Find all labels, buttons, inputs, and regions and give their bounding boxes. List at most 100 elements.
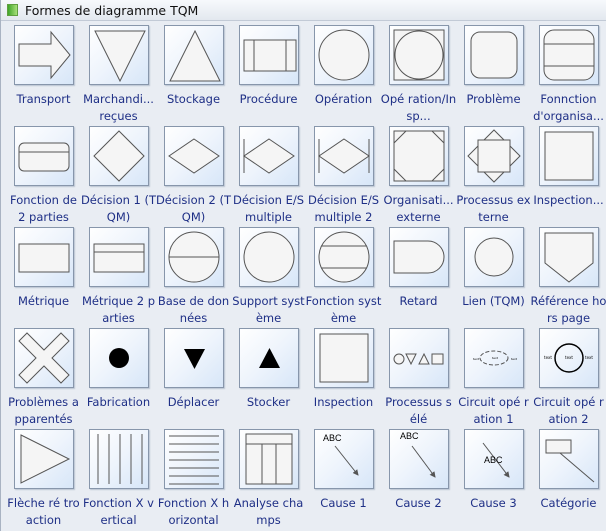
dot-icon[interactable] [88,328,149,388]
shape-item-org-function[interactable]: Fonnction d'organisa... [531,25,606,126]
shape-item-triangle-right[interactable]: Flèche ré troaction [6,429,81,530]
shape-item-circle[interactable]: Opération [306,25,381,126]
shape-label: Fonction système [305,294,382,325]
small-circle-icon[interactable] [463,227,524,287]
shape-item-dot[interactable]: Fabrication [81,328,156,429]
shape-item-octagon-square[interactable]: Organisati... externe [381,126,456,227]
shape-label: Décision 1 (TQM) [80,193,157,224]
circle-split-icon[interactable] [163,227,224,287]
two-part-function-icon[interactable] [13,126,74,186]
diamond-square-icon[interactable] [463,126,524,186]
shape-item-black-triangle-down[interactable]: Déplacer [156,328,231,429]
shape-item-rounded-square[interactable]: Problème [456,25,531,126]
shape-label: Retard [399,294,438,308]
octagon-square-icon[interactable] [388,126,449,186]
black-triangle-down-icon[interactable] [163,328,224,388]
shape-item-cause-2[interactable]: ABC Cause 2 [381,429,456,530]
rectangle-icon[interactable] [13,227,74,287]
shape-item-circle-split[interactable]: Base de données [156,227,231,328]
svg-text:text: text [473,357,480,361]
square-icon[interactable] [313,328,374,388]
shape-label: Métrique [17,294,70,308]
shape-item-rectangle-split[interactable]: Métrique 2 parties [81,227,156,328]
shape-item-diamond-square[interactable]: Processus externe [456,126,531,227]
shape-label: Circuit opé ration 1 [458,395,529,426]
rectangle-split-icon[interactable] [88,227,149,287]
delay-icon[interactable] [388,227,449,287]
circle-two-lines-icon[interactable] [313,227,374,287]
shape-item-circuit-2[interactable]: text text text Circuit opé ration 2 [531,328,606,429]
shape-label: Processus s élé [385,395,452,426]
field-analysis-icon[interactable] [238,429,299,489]
shape-item-diamond-two-bars[interactable]: Décision E/S multiple 2 [306,126,381,227]
diamond-icon[interactable] [88,126,149,186]
shape-item-triangle-up[interactable]: Stockage [156,25,231,126]
triangle-down-icon[interactable] [88,25,149,85]
shape-item-horizontal-lines[interactable]: Fonction X horizontal [156,429,231,530]
shape-item-square[interactable]: Inspection [306,328,381,429]
horizontal-lines-icon[interactable] [163,429,224,489]
shape-item-cross[interactable]: Problèmes apparentés [6,328,81,429]
shape-item-rectangle[interactable]: Métrique [6,227,81,328]
shape-item-diamond[interactable]: Décision 1 (TQM) [81,126,156,227]
shape-item-cause-3[interactable]: ABC Cause 3 [456,429,531,530]
diamond-bar-icon[interactable] [238,126,299,186]
shape-item-category[interactable]: Catégorie [531,429,606,530]
shape-item-diamond-bar[interactable]: Décision E/S multiple [231,126,306,227]
cause-2-icon[interactable]: ABC [388,429,449,489]
shape-label: Fonction X vertical [83,496,154,527]
square-icon[interactable] [538,126,599,186]
shape-item-procedure[interactable]: Procédure [231,25,306,126]
shape-item-arrow-right[interactable]: Transport [6,25,81,126]
shape-label: Stockage [166,92,221,106]
shape-label: Problème [466,92,521,106]
triangle-right-icon[interactable] [13,429,74,489]
cause-1-icon[interactable]: ABC [313,429,374,489]
shape-item-square[interactable]: Inspection... [531,126,606,227]
triangle-up-icon[interactable] [163,25,224,85]
shape-item-off-page[interactable]: Référence hors page [531,227,606,328]
shape-item-flat-diamond[interactable]: Décision 2 (TQM) [156,126,231,227]
shape-item-triangle-down[interactable]: Marchandi... reçues [81,25,156,126]
org-function-icon[interactable] [538,25,599,85]
shape-item-two-part-function[interactable]: Fonction de 2 parties [6,126,81,227]
shape-item-circle-in-square[interactable]: Opé ration/Insp... [381,25,456,126]
diamond-two-bars-icon[interactable] [313,126,374,186]
cause-3-icon[interactable]: ABC [463,429,524,489]
procedure-icon[interactable] [238,25,299,85]
circle-in-square-icon[interactable] [388,25,449,85]
circuit-1-icon[interactable]: text text text [463,328,524,388]
shape-label: Cause 2 [395,496,442,510]
shape-item-circle-two-lines[interactable]: Fonction système [306,227,381,328]
panel-header[interactable]: Formes de diagramme TQM [1,0,606,21]
category-icon[interactable] [538,429,599,489]
shape-label: Décision E/S multiple 2 [307,193,380,224]
shape-item-circle[interactable]: Support système [231,227,306,328]
black-triangle-up-icon[interactable] [238,328,299,388]
cross-icon[interactable] [13,328,74,388]
vertical-lines-icon[interactable] [88,429,149,489]
shape-item-small-circle[interactable]: Lien (TQM) [456,227,531,328]
shapes-row-icon[interactable] [388,328,449,388]
circle-icon[interactable] [313,25,374,85]
shape-label: Inspection... [533,193,604,207]
off-page-icon[interactable] [538,227,599,287]
circuit-2-icon[interactable]: text text text [538,328,599,388]
shape-item-field-analysis[interactable]: Analyse champs [231,429,306,530]
shape-label: Opération [314,92,373,106]
shape-item-delay[interactable]: Retard [381,227,456,328]
svg-text:text: text [544,355,552,360]
arrow-right-icon[interactable] [13,25,74,85]
shape-item-cause-1[interactable]: ABC Cause 1 [306,429,381,530]
shape-item-shapes-row[interactable]: Processus s élé [381,328,456,429]
shape-label: Référence hors page [530,294,606,325]
shape-label: Déplacer [167,395,220,409]
shape-item-circuit-1[interactable]: text text text Circuit opé ration 1 [456,328,531,429]
flat-diamond-icon[interactable] [163,126,224,186]
rounded-square-icon[interactable] [463,25,524,85]
shape-label: Cause 3 [470,496,517,510]
circle-icon[interactable] [238,227,299,287]
shape-label: Processus externe [456,193,531,224]
shape-item-vertical-lines[interactable]: Fonction X vertical [81,429,156,530]
shape-item-black-triangle-up[interactable]: Stocker [231,328,306,429]
